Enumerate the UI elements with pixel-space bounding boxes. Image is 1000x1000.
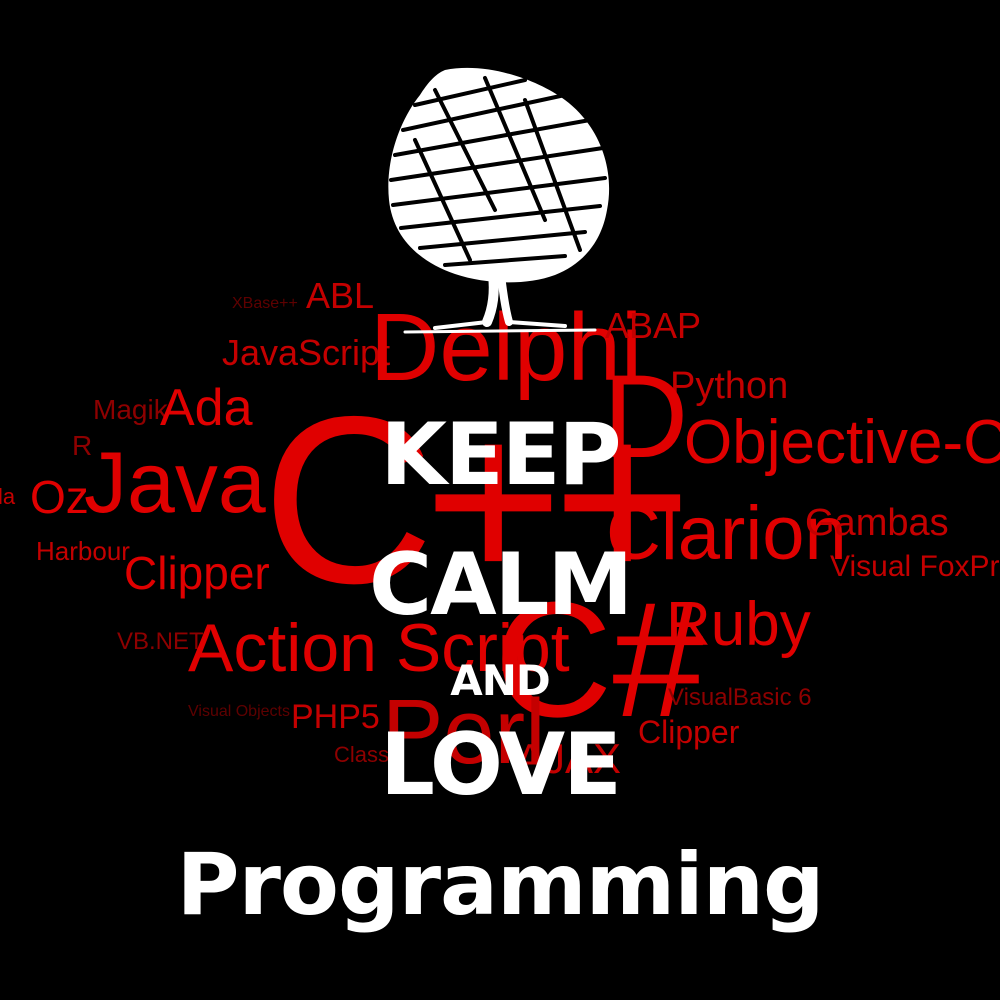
headline-programming: Programming	[176, 835, 824, 935]
poster: XBase++ ABL JavaScript Delphi ABAP Magik…	[0, 0, 1000, 1000]
cloud-word: XBase++	[232, 295, 298, 312]
tree-icon	[388, 67, 610, 334]
cloud-word: Gambas	[805, 502, 949, 544]
cloud-word: Visual Objects	[188, 703, 290, 720]
headline-and: AND	[450, 656, 551, 705]
headline-calm: CALM	[368, 535, 633, 635]
cloud-word: JavaScript	[222, 332, 391, 373]
headline-love: LOVE	[380, 715, 622, 815]
cloud-word: ABL	[306, 275, 375, 316]
headline-keep: KEEP	[380, 405, 621, 505]
